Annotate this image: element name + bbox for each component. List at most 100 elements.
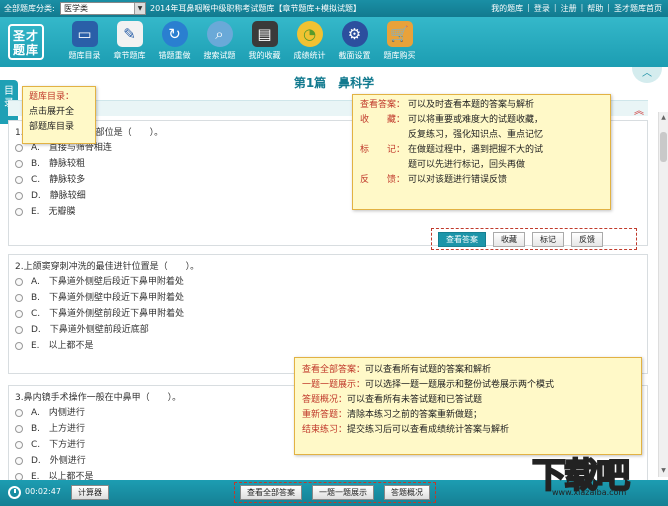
- link-home[interactable]: 圣才题库首页: [614, 3, 662, 14]
- toolbar-item-settings[interactable]: ⚙ 截面设置: [332, 21, 377, 65]
- tooltip-row: 反 馈： 可以对该题进行错误反馈: [360, 173, 603, 188]
- radio-button[interactable]: [15, 160, 23, 168]
- radio-button[interactable]: [15, 441, 23, 449]
- toolbar-item-stats[interactable]: ◔ 成绩统计: [287, 21, 332, 65]
- radio-button[interactable]: [15, 473, 23, 480]
- option-list: A. 直接与筛骨相连 B. 静脉较粗 C. 静脉较多 D. 静脉较细 E. 无瓣…: [15, 140, 112, 220]
- collapse-up-icon[interactable]: ︽: [634, 102, 644, 117]
- option-e[interactable]: E. 以上都不是: [15, 469, 94, 480]
- option-label: C. 静脉较多: [31, 175, 86, 185]
- scroll-up-icon[interactable]: ▲: [660, 114, 667, 122]
- scrollbar-thumb[interactable]: [660, 132, 667, 162]
- link-my-bank[interactable]: 我的题库: [491, 3, 523, 14]
- chevron-down-icon[interactable]: ▼: [134, 3, 145, 14]
- toolbar-item-buy[interactable]: 🛒 题库购买: [377, 21, 422, 65]
- link-register[interactable]: 注册: [561, 3, 577, 14]
- radio-button[interactable]: [15, 409, 23, 417]
- toolbar-items: ▭ 题库目录 ✎ 章节题库 ↻ 错题重做 ⌕ 搜索试题 ▤ 我的收藏 ◔ 成绩统…: [62, 21, 422, 65]
- option-c[interactable]: C. 下鼻道外侧壁前段近下鼻甲附着处: [15, 306, 184, 322]
- option-d[interactable]: D. 外侧进行: [15, 453, 94, 469]
- option-b[interactable]: B. 上方进行: [15, 421, 94, 437]
- option-d[interactable]: D. 下鼻道外侧壁前段近底部: [15, 322, 184, 338]
- toolbar-item-label: 章节题库: [113, 51, 146, 60]
- option-d[interactable]: D. 静脉较细: [15, 188, 112, 204]
- tooltip-text: 可以对该题进行错误反馈: [408, 175, 508, 185]
- mark-button[interactable]: 标记: [532, 232, 564, 247]
- toolbar-item-label: 题库购买: [383, 51, 416, 60]
- watermark-logo: 下载吧 www.xiazaiba.com: [531, 448, 662, 500]
- option-label: B. 上方进行: [31, 424, 86, 434]
- link-login[interactable]: 登录: [534, 3, 550, 14]
- tooltip-bottom: 查看全部答案：可以查看所有试题的答案和解析 一题一题展示：可以选择一题一题展示和…: [294, 357, 642, 455]
- search-icon: ⌕: [206, 21, 233, 47]
- divider: |: [553, 3, 557, 12]
- tooltip-row: 结束练习：提交练习后可以查看成绩统计答案与解析: [302, 423, 634, 438]
- option-e[interactable]: E. 以上都不是: [15, 338, 184, 354]
- tooltip-key: 一题一题展示：: [302, 380, 366, 390]
- tooltip-text: 可以查看所有未答试题和已答试题: [347, 395, 483, 405]
- option-b[interactable]: B. 静脉较粗: [15, 156, 112, 172]
- option-c[interactable]: C. 下方进行: [15, 437, 94, 453]
- option-c[interactable]: C. 静脉较多: [15, 172, 112, 188]
- show-all-answers-button[interactable]: 查看全部答案: [240, 485, 302, 500]
- radio-button[interactable]: [15, 326, 23, 334]
- exam-controls: 查看全部答案 一题一题展示 答题概况: [234, 482, 436, 503]
- one-by-one-button[interactable]: 一题一题展示: [312, 485, 374, 500]
- radio-button[interactable]: [15, 278, 23, 286]
- show-answer-button[interactable]: 查看答案: [438, 232, 486, 247]
- vertical-scrollbar[interactable]: ▲ ▼: [658, 112, 668, 477]
- radio-button[interactable]: [15, 294, 23, 302]
- refresh-icon: ↻: [161, 21, 188, 47]
- toolbar-item-redo[interactable]: ↻ 错题重做: [152, 21, 197, 65]
- option-label: A. 内侧进行: [31, 408, 85, 418]
- radio-button[interactable]: [15, 310, 23, 318]
- top-links: 我的题库 | 登录 | 注册 | 帮助 | 圣才题库首页: [491, 3, 662, 14]
- tooltip-text: 清除本练习之前的答案重新做题；: [347, 410, 483, 420]
- option-e[interactable]: E. 无瓣膜: [15, 204, 112, 220]
- chevron-up-icon: ︿: [642, 68, 652, 79]
- radio-button[interactable]: [15, 176, 23, 184]
- logo: 圣才 题库: [8, 24, 44, 60]
- option-label: C. 下鼻道外侧壁前段近下鼻甲附着处: [31, 309, 185, 319]
- cart-icon: 🛒: [386, 21, 413, 47]
- radio-button[interactable]: [15, 144, 23, 152]
- tooltip-text: 可以查看所有试题的答案和解析: [365, 365, 492, 375]
- calculator-button[interactable]: 计算器: [71, 485, 109, 500]
- answer-overview-button[interactable]: 答题概况: [384, 485, 430, 500]
- category-label: 全部题库分类:: [4, 4, 55, 13]
- logo-line2: 题库: [12, 43, 39, 57]
- option-label: D. 外侧进行: [31, 456, 86, 466]
- tooltip-actions: 查看答案： 可以及时查看本题的答案与解析 收 藏： 可以将重要或难度大的试题收藏， …: [352, 94, 611, 210]
- notepad-icon: ✎: [116, 21, 143, 47]
- folder-icon: ▤: [251, 21, 278, 47]
- monitor-icon: ▭: [71, 21, 98, 47]
- option-a[interactable]: A. 下鼻道外侧壁后段近下鼻甲附着处: [15, 274, 184, 290]
- radio-button[interactable]: [15, 457, 23, 465]
- toolbar-item-search[interactable]: ⌕ 搜索试题: [197, 21, 242, 65]
- radio-button[interactable]: [15, 192, 23, 200]
- tooltip-key: 答题概况：: [302, 395, 348, 405]
- toolbar-item-catalog[interactable]: ▭ 题库目录: [62, 21, 107, 65]
- link-help[interactable]: 帮助: [587, 3, 603, 14]
- radio-button[interactable]: [15, 342, 23, 350]
- divider: |: [580, 3, 584, 12]
- option-a[interactable]: A. 内侧进行: [15, 405, 94, 421]
- category-select[interactable]: 医学类 ▼: [60, 2, 146, 15]
- option-list: A. 下鼻道外侧壁后段近下鼻甲附着处 B. 下鼻道外侧壁中段近下鼻甲附着处 C.…: [15, 274, 184, 354]
- toolbar-item-favorites[interactable]: ▤ 我的收藏: [242, 21, 287, 65]
- section-title: 第1篇 鼻科学: [293, 76, 375, 90]
- radio-button[interactable]: [15, 425, 23, 433]
- toolbar-item-chapters[interactable]: ✎ 章节题库: [107, 21, 152, 65]
- option-b[interactable]: B. 下鼻道外侧壁中段近下鼻甲附着处: [15, 290, 184, 306]
- radio-button[interactable]: [15, 208, 23, 216]
- tooltip-row: 标 记： 在做题过程中，遇到把握不大的试: [360, 143, 603, 158]
- tooltip-key: 收 藏：: [360, 115, 406, 125]
- tooltip-row: 收 藏： 可以将重要或难度大的试题收藏，: [360, 113, 603, 128]
- favorite-button[interactable]: 收藏: [493, 232, 525, 247]
- tooltip-row: 反复练习，强化知识点、重点记忆: [360, 128, 603, 143]
- tooltip-key: 反 馈：: [360, 175, 406, 185]
- tooltip-text: 可以及时查看本题的答案与解析: [408, 100, 535, 110]
- category-select-value: 医学类: [64, 4, 88, 13]
- feedback-button[interactable]: 反馈: [571, 232, 603, 247]
- tooltip-key: 标 记：: [360, 145, 406, 155]
